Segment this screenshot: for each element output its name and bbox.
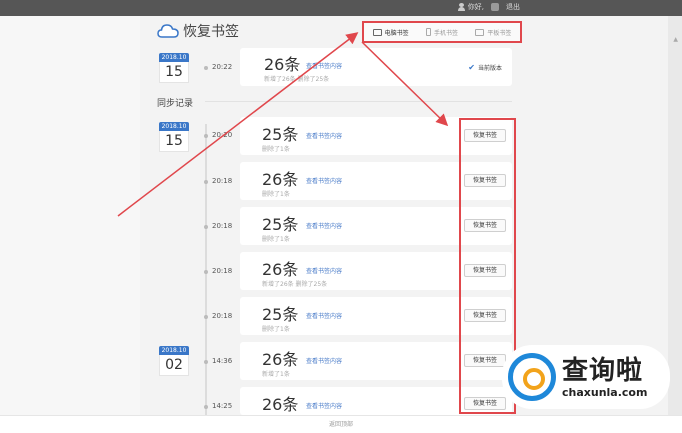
back-to-top[interactable]: 返回顶部 <box>0 415 682 433</box>
watermark: 查询啦 chaxunla.com <box>502 345 670 409</box>
watermark-cn: 查询啦 <box>562 355 644 386</box>
watermark-text: 查询啦 chaxunla.com <box>562 356 647 399</box>
arrow-to-restore <box>361 41 449 127</box>
watermark-logo-icon <box>508 353 556 401</box>
watermark-url: chaxunla.com <box>562 385 648 399</box>
arrow-to-tabs <box>117 32 359 217</box>
